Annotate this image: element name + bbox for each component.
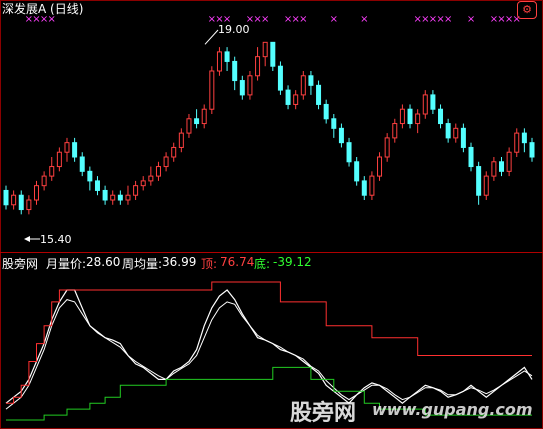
- candle-body: [384, 137, 390, 158]
- top-line: [6, 281, 532, 404]
- signal-marker: ×: [330, 14, 338, 25]
- bottom-value: -39.12: [273, 255, 312, 269]
- candle-body: [216, 51, 222, 72]
- candle-body: [56, 151, 62, 168]
- weekly-label: 周均量:: [122, 257, 163, 271]
- monthly-line: [5, 289, 533, 405]
- candle-body: [79, 156, 85, 172]
- high-annotation: 19.00: [218, 23, 250, 36]
- signal-marker: ×: [360, 14, 368, 25]
- candle-body: [453, 127, 459, 139]
- candle-body: [491, 161, 497, 177]
- candle-body: [300, 75, 306, 96]
- candle-body: [460, 127, 466, 148]
- candle-body: [186, 118, 192, 134]
- watermark-cn: 股旁网: [290, 401, 357, 426]
- candle-body: [438, 108, 444, 125]
- candle-body: [232, 60, 238, 82]
- candle-body: [369, 175, 375, 196]
- candle-body: [87, 170, 93, 182]
- monthly-value: 28.60: [86, 255, 121, 269]
- signal-marker: ×: [261, 14, 269, 25]
- candle-body: [262, 41, 268, 58]
- candle-body: [3, 189, 9, 206]
- candle-body: [270, 41, 276, 67]
- candle-body: [361, 180, 367, 196]
- candle-body: [33, 185, 39, 201]
- candle-body: [521, 132, 527, 144]
- candle-body: [415, 113, 421, 125]
- candle-body: [125, 194, 131, 201]
- candle-body: [117, 194, 123, 201]
- candle-body: [468, 146, 474, 168]
- candle-body: [514, 132, 520, 153]
- candle-body: [331, 118, 337, 129]
- gear-icon[interactable]: ⚙: [517, 1, 537, 19]
- candle-body: [49, 166, 55, 177]
- chart-title: 深发展A (日线): [2, 2, 84, 16]
- candle-body: [422, 94, 428, 115]
- candle-body: [102, 189, 108, 201]
- candle-body: [476, 166, 482, 196]
- candle-body: [64, 142, 70, 153]
- candle-body: [140, 180, 146, 187]
- candle-body: [529, 142, 535, 158]
- indicator-name: 股旁网: [2, 257, 39, 271]
- candle-body: [277, 65, 283, 91]
- chart-canvas: × × × × × × × × × × × × × × × × × × × × × × × × ×: [0, 0, 543, 429]
- watermark-url: www.gupang.com: [372, 400, 533, 419]
- candle-body: [110, 194, 116, 201]
- candle-body: [354, 161, 360, 182]
- low-arrowhead: [24, 236, 30, 242]
- candle-body: [209, 70, 215, 110]
- signal-marker: ×: [444, 14, 452, 25]
- weekly-line: [5, 299, 533, 410]
- candle-body: [338, 127, 344, 144]
- candle-body: [430, 94, 436, 110]
- candle-body: [194, 118, 200, 125]
- candle-body: [239, 80, 245, 96]
- candle-body: [308, 75, 314, 86]
- candle-body: [133, 185, 139, 196]
- candle-body: [323, 103, 329, 120]
- low-annotation: 15.40: [40, 233, 72, 246]
- candle-body: [392, 123, 398, 139]
- bottom-label: 底:: [254, 257, 271, 271]
- candle-body: [346, 142, 352, 163]
- candle-body: [201, 108, 207, 125]
- candle-body: [377, 156, 383, 177]
- candle-body: [407, 108, 413, 125]
- candle-body: [178, 132, 184, 148]
- candle-body: [399, 108, 405, 125]
- top-value: 76.74: [220, 255, 255, 269]
- high-arrow: [204, 29, 219, 45]
- candle-body: [94, 180, 100, 191]
- weekly-value: 36.99: [162, 255, 197, 269]
- candle-body: [316, 84, 322, 105]
- candle-body: [499, 161, 505, 172]
- candle-body: [445, 123, 451, 139]
- candle-body: [41, 175, 47, 187]
- candle-body: [483, 175, 489, 196]
- candle-body: [285, 89, 291, 105]
- candle-body: [163, 156, 169, 168]
- signal-marker: ×: [299, 14, 307, 25]
- top-label: 顶:: [201, 257, 218, 271]
- signal-marker: ×: [467, 14, 475, 25]
- candle-body: [11, 194, 17, 206]
- candle-body: [171, 146, 177, 158]
- candle-body: [293, 94, 299, 105]
- candle-body: [506, 151, 512, 172]
- candle-body: [26, 199, 32, 211]
- monthly-label: 月量价:: [46, 257, 87, 271]
- candle-body: [255, 56, 261, 77]
- candle-body: [155, 166, 161, 177]
- candle-body: [247, 75, 253, 96]
- candle-body: [72, 142, 78, 158]
- candle-body: [18, 194, 24, 211]
- candle-body: [224, 51, 230, 62]
- candle-body: [148, 175, 154, 182]
